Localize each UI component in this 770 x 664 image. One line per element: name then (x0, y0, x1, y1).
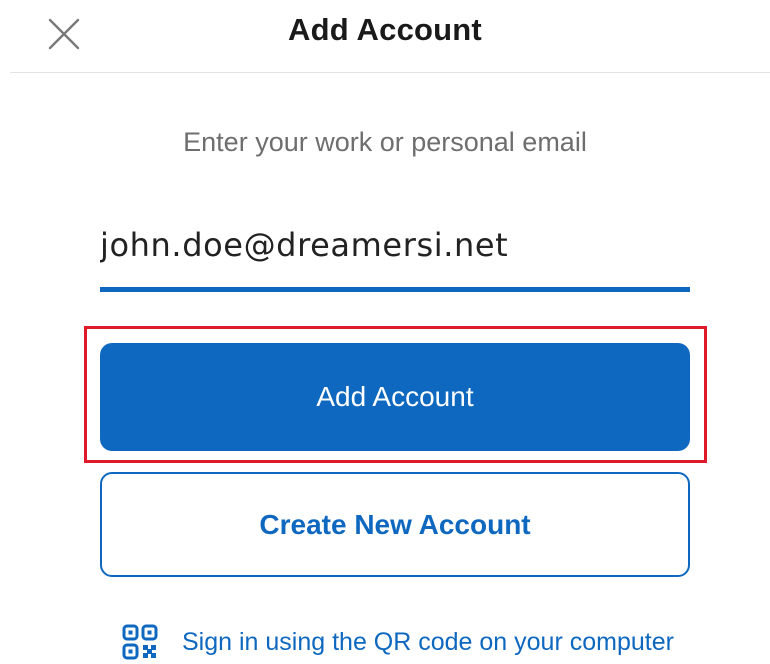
create-new-account-button[interactable]: Create New Account (100, 472, 690, 577)
email-prompt: Enter your work or personal email (183, 127, 587, 157)
email-field-underline (100, 287, 690, 292)
add-account-button[interactable]: Add Account (100, 343, 690, 451)
qr-code-icon (122, 624, 158, 660)
email-field[interactable] (100, 218, 690, 272)
header: Add Account (0, 0, 770, 72)
qr-sign-in-link[interactable]: Sign in using the QR code on your comput… (122, 620, 674, 664)
page-title: Add Account (288, 12, 482, 47)
header-divider (10, 72, 770, 73)
qr-sign-in-label: Sign in using the QR code on your comput… (182, 627, 674, 656)
